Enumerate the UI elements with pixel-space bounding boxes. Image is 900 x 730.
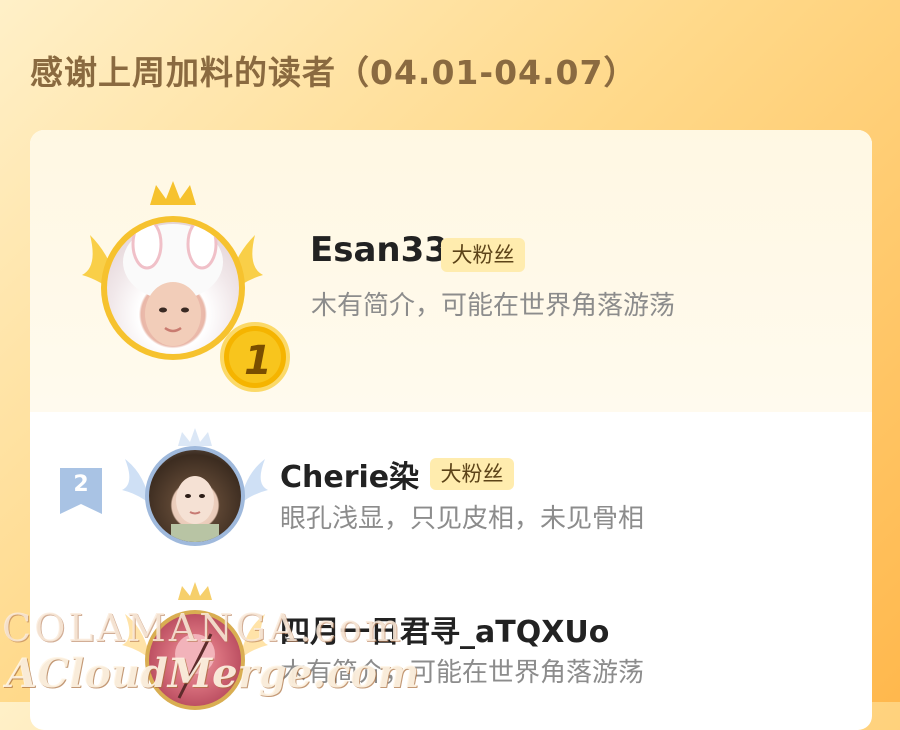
avatar[interactable] — [149, 450, 241, 542]
rank-number: 1 — [244, 338, 272, 384]
reader-row-1[interactable]: 1 Esan33 大粉丝 木有简介，可能在世界角落游荡 — [30, 130, 872, 412]
user-bio: 木有简介，可能在世界角落游荡 — [311, 291, 676, 321]
user-bio: 眼孔浅显，只见皮相，未见骨相 — [280, 504, 645, 534]
page-title: 感谢上周加料的读者（04.01-04.07） — [30, 53, 638, 92]
fan-badge: 大粉丝 — [430, 458, 514, 490]
avatar-image — [171, 476, 219, 542]
fan-badge: 大粉丝 — [441, 238, 525, 272]
watermark-site-2: ACloudMerge.com — [6, 650, 420, 697]
reader-row-2[interactable]: 2 Cherie染 大粉丝 眼孔浅显，只见皮相，未见骨相 — [30, 412, 872, 562]
username[interactable]: Esan33 — [310, 230, 448, 270]
watermark-site-1: COLAMANGA.com — [2, 606, 404, 650]
rank-number: 2 — [73, 472, 89, 497]
avatar-frame-silver — [120, 424, 270, 549]
username[interactable]: Cherie染 — [280, 452, 419, 496]
avatar-frame-gold: 1 — [70, 175, 290, 392]
